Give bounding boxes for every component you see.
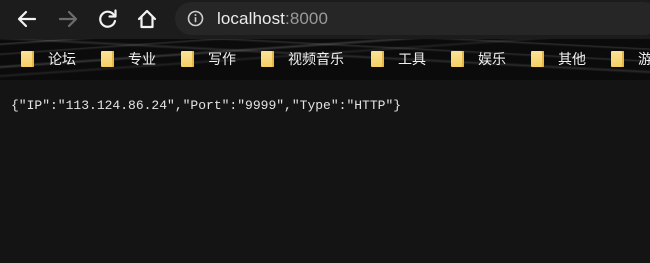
bookmarks-bar: 论坛 专业 写作 视频音乐 工具 娱乐 其他 游 — [0, 39, 650, 80]
reload-button[interactable] — [95, 6, 121, 32]
browser-toolbar: localhost:8000 — [0, 0, 650, 39]
browser-window: localhost:8000 论坛 专业 写作 视频音乐 工具 娱乐 其他 游 … — [0, 0, 650, 263]
json-response-text: {"IP":"113.124.86.24","Port":"9999","Typ… — [11, 98, 402, 113]
reload-icon — [99, 9, 117, 28]
bookmark-professional[interactable]: 专业 — [101, 50, 156, 68]
bookmark-label: 写作 — [208, 52, 236, 68]
bookmark-label: 娱乐 — [478, 52, 506, 68]
folder-icon — [371, 51, 384, 67]
bookmark-games[interactable]: 游 — [611, 50, 650, 68]
bookmark-forum[interactable]: 论坛 — [21, 50, 76, 68]
page-content: {"IP":"113.124.86.24","Port":"9999","Typ… — [0, 80, 650, 263]
info-icon[interactable] — [187, 10, 204, 27]
folder-icon — [181, 51, 194, 67]
forward-button[interactable] — [55, 6, 81, 32]
bookmark-tools[interactable]: 工具 — [371, 50, 426, 68]
folder-icon — [101, 51, 114, 67]
bookmark-label: 游 — [638, 52, 650, 68]
bookmark-label: 其他 — [558, 52, 586, 68]
url-port: :8000 — [285, 9, 329, 28]
arrow-left-icon — [17, 10, 37, 28]
bookmark-label: 工具 — [398, 52, 426, 68]
arrow-right-icon — [58, 10, 78, 28]
home-icon — [137, 9, 157, 29]
folder-icon — [611, 51, 624, 67]
bookmark-entertainment[interactable]: 娱乐 — [451, 50, 506, 68]
url-text[interactable]: localhost:8000 — [217, 9, 328, 29]
folder-icon — [451, 51, 464, 67]
folder-icon — [261, 51, 274, 67]
bookmark-writing[interactable]: 写作 — [181, 50, 236, 68]
bookmark-label: 论坛 — [48, 52, 76, 68]
back-button[interactable] — [14, 6, 40, 32]
bookmark-label: 专业 — [128, 52, 156, 68]
bookmark-other[interactable]: 其他 — [531, 50, 586, 68]
folder-icon — [21, 51, 34, 67]
url-host: localhost — [217, 9, 285, 28]
bookmark-label: 视频音乐 — [288, 52, 344, 68]
home-button[interactable] — [134, 6, 160, 32]
folder-icon — [531, 51, 544, 67]
address-bar[interactable]: localhost:8000 — [175, 2, 650, 35]
bookmark-video-music[interactable]: 视频音乐 — [261, 50, 344, 68]
